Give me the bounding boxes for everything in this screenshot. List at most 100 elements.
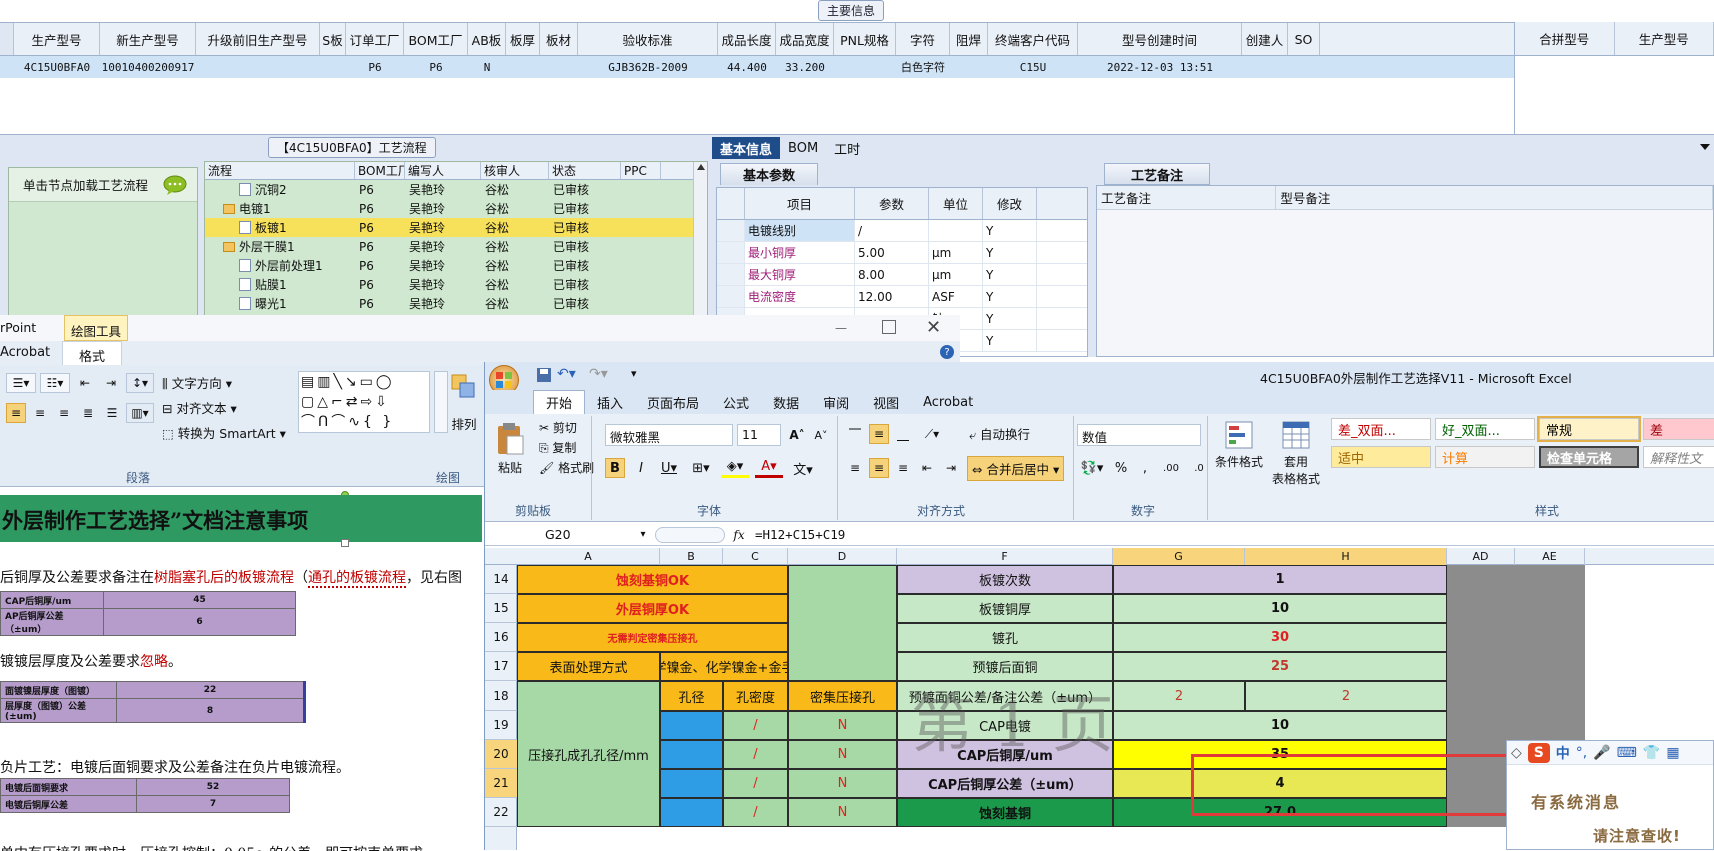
sogou-s-icon[interactable]: S	[1528, 743, 1550, 763]
halign-left-icon[interactable]: ≡	[845, 458, 865, 478]
formula-slider[interactable]	[655, 527, 725, 543]
sheet-cell[interactable]: 压接孔成孔孔径/mm	[517, 681, 660, 827]
sheet-cell[interactable]	[1447, 681, 1585, 711]
row-header[interactable]: 20	[485, 740, 517, 769]
maximize-icon[interactable]	[882, 320, 896, 334]
cell[interactable]	[1288, 56, 1320, 78]
cell[interactable]	[834, 56, 896, 78]
col-header[interactable]: 验收标准	[578, 23, 718, 55]
cell[interactable]: 44.400	[718, 56, 776, 78]
col-header[interactable]: 生产型号	[14, 23, 100, 55]
underline-icon[interactable]: U▾	[657, 458, 681, 478]
indent-decrease-icon[interactable]: ⇤	[74, 373, 96, 393]
col-header[interactable]: 阻焊	[950, 23, 988, 55]
text-direction-button[interactable]: ⫼ 文字方向 ▾	[162, 373, 286, 392]
sheet-cell[interactable]	[1447, 652, 1585, 681]
param-value[interactable]: 8.00	[855, 264, 929, 285]
shapes-scroll[interactable]	[434, 371, 448, 433]
cell[interactable]: P6	[404, 56, 468, 78]
ime-chinese-mode-icon[interactable]: 中	[1556, 743, 1570, 763]
column-header[interactable]: F	[897, 548, 1113, 565]
sheet-cell[interactable]: 密集压接孔	[788, 681, 897, 711]
font-name-select[interactable]: 微软雅黑	[605, 424, 733, 446]
process-tree-row[interactable]: 外层前处理1P6吴艳玲谷松已审核	[205, 256, 707, 275]
row-header[interactable]: 21	[485, 769, 517, 798]
param-modify[interactable]: Y	[983, 308, 1037, 329]
cell[interactable]	[506, 56, 540, 78]
param-modify[interactable]: Y	[983, 220, 1037, 241]
col-header[interactable]: 新生产型号	[100, 23, 196, 55]
sheet-cell[interactable]: 蚀刻基铜	[897, 798, 1113, 827]
sheet-cell[interactable]: 学镍金、化学镍金+金手	[660, 652, 788, 681]
minimize-icon[interactable]: —	[834, 321, 848, 335]
param-value[interactable]: 5.00	[855, 242, 929, 263]
number-format-select[interactable]: 数值	[1077, 424, 1201, 446]
col-header[interactable]: PNL规格	[834, 23, 896, 55]
param-modify[interactable]: Y	[983, 286, 1037, 307]
arrange-button[interactable]: 排列	[450, 373, 478, 433]
increase-indent-icon[interactable]: ⇥	[941, 458, 961, 478]
param-col-header[interactable]: 参数	[855, 188, 929, 219]
sheet-cell[interactable]: N	[788, 769, 897, 798]
comma-icon[interactable]: ,	[1135, 458, 1155, 478]
sheet-cell[interactable]	[1447, 565, 1585, 594]
sheet-cell[interactable]: N	[788, 798, 897, 827]
param-row[interactable]: 最大铜厚8.00μmY	[717, 264, 1087, 286]
cell[interactable]: 33.200	[776, 56, 834, 78]
tree-col-header[interactable]: 状态	[549, 162, 621, 179]
sheet-cell[interactable]	[788, 565, 897, 681]
halign-center-icon[interactable]: ≡	[869, 458, 889, 478]
conditional-format-button[interactable]: 条件格式	[1213, 420, 1265, 470]
cell[interactable]: GJB362B-2009	[578, 56, 718, 78]
ime-settings-icon[interactable]: ◇	[1511, 745, 1522, 761]
tab-format[interactable]: 格式	[62, 341, 122, 365]
row-header[interactable]: 15	[485, 594, 517, 623]
row-header[interactable]: 14	[485, 565, 517, 594]
cell[interactable]: 4C15U0BFA0	[14, 56, 100, 78]
tab-excel-7[interactable]: Acrobat	[911, 395, 985, 410]
tab-basic-0[interactable]: 基本信息	[712, 137, 780, 159]
col-header[interactable]: 板材	[540, 23, 578, 55]
sheet-cell[interactable]	[660, 711, 723, 740]
sheet-cell[interactable]: 4	[1113, 769, 1447, 798]
column-header[interactable]: D	[788, 548, 897, 565]
tab-basic-1[interactable]: BOM	[780, 137, 826, 159]
tab-excel-6[interactable]: 视图	[861, 393, 911, 412]
resize-handle[interactable]	[341, 539, 349, 547]
process-tree-row[interactable]: 曝光1P6吴艳玲谷松已审核	[205, 294, 707, 313]
cell[interactable]	[196, 56, 320, 78]
cell[interactable]: 10010400200917	[100, 56, 196, 78]
copy-button[interactable]: ⎘ 复制	[539, 438, 594, 458]
sheet-cell[interactable]: 30	[1113, 623, 1447, 652]
cell-style-swatch[interactable]: 检查单元格	[1539, 446, 1639, 468]
cell[interactable]: N	[468, 56, 506, 78]
col-header[interactable]: 成品长度	[718, 23, 776, 55]
formula-input[interactable]: =H12+C15+C19	[749, 527, 845, 542]
cell[interactable]	[540, 56, 578, 78]
param-row[interactable]: 电镀线别/Y	[717, 220, 1087, 242]
ime-skin-icon[interactable]: 👕	[1643, 745, 1660, 761]
sheet-cell[interactable]: 表面处理方式	[517, 652, 660, 681]
grow-font-icon[interactable]: A˄	[787, 424, 807, 446]
tab-basic-params[interactable]: 基本参数	[720, 163, 818, 185]
cell-style-swatch[interactable]: 差_双面...	[1331, 418, 1431, 440]
param-value[interactable]: 12.00	[855, 286, 929, 307]
name-box[interactable]: G20	[485, 525, 635, 545]
sheet-cell[interactable]: 孔密度	[723, 681, 788, 711]
cell[interactable]: 2022-12-03 13:51	[1078, 56, 1242, 78]
param-modify[interactable]: Y	[983, 264, 1037, 285]
process-tree-row[interactable]: 贴膜1P6吴艳玲谷松已审核	[205, 275, 707, 294]
sheet-cell[interactable]: 无需判定密集压接孔	[517, 623, 788, 652]
col-header[interactable]: 订单工厂	[346, 23, 404, 55]
tab-drawing-tools[interactable]: 绘图工具	[64, 315, 128, 341]
ime-grid-icon[interactable]: ▦	[1666, 745, 1679, 761]
col-header[interactable]: 成品宽度	[776, 23, 834, 55]
sheet-cell[interactable]	[1447, 623, 1585, 652]
tab-excel-4[interactable]: 数据	[761, 393, 811, 412]
cell[interactable]	[320, 56, 346, 78]
border-icon[interactable]: ⊞▾	[687, 458, 715, 478]
fill-color-icon[interactable]: ◈▾	[721, 458, 749, 478]
column-header[interactable]: A	[517, 548, 660, 565]
tab-process-note[interactable]: 工艺备注	[1104, 163, 1210, 185]
tab-acrobat[interactable]: Acrobat	[0, 345, 50, 360]
